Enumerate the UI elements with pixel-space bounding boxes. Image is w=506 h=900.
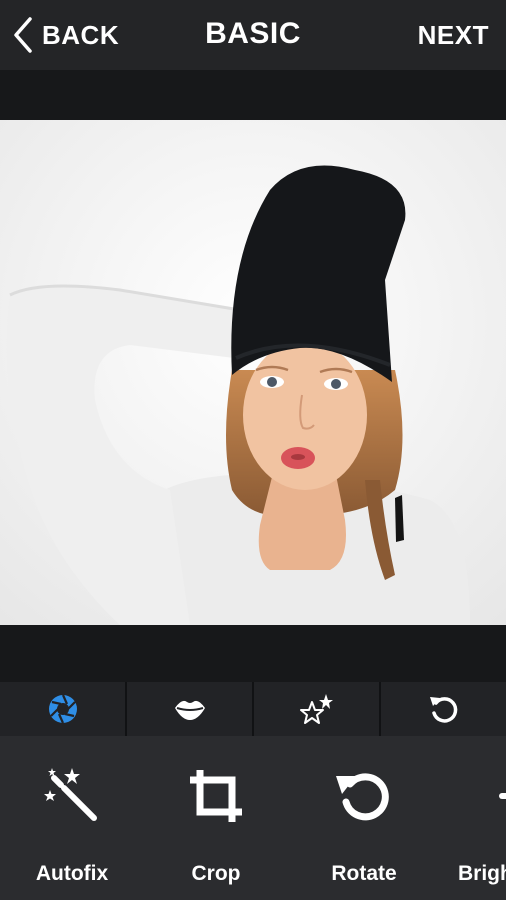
canvas-margin-bottom [0, 625, 506, 682]
stars-icon [299, 694, 333, 724]
tab-basic[interactable] [0, 682, 127, 736]
brightness-tool[interactable]: Brigh [446, 766, 506, 896]
category-tabs [0, 682, 506, 736]
brightness-label: Brigh [458, 862, 506, 885]
photo-image [0, 120, 506, 625]
canvas-margin-top [0, 70, 506, 120]
lips-icon [174, 700, 205, 720]
autofix-label: Autofix [35, 862, 109, 885]
photo-canvas[interactable] [0, 120, 506, 625]
top-bar: BACK BASIC NEXT [0, 0, 506, 70]
aperture-icon [48, 694, 77, 724]
tools-toolbar: Autofix Crop Rotate Brigh [0, 736, 506, 900]
next-button[interactable]: NEXT [418, 20, 489, 51]
crop-label: Crop [191, 862, 241, 885]
autofix-tool[interactable]: Autofix [12, 766, 132, 896]
tab-lips[interactable] [127, 682, 254, 736]
rotate-icon [336, 773, 389, 821]
brightness-icon [499, 793, 506, 799]
rotate-tool[interactable]: Rotate [304, 766, 424, 896]
crop-tool[interactable]: Crop [156, 766, 276, 896]
rotate-label: Rotate [331, 862, 397, 885]
rotate-icon [429, 697, 457, 723]
tab-effects[interactable] [254, 682, 381, 736]
tab-reset[interactable] [381, 682, 506, 736]
crop-icon [190, 770, 242, 822]
magic-wand-icon [44, 768, 97, 821]
